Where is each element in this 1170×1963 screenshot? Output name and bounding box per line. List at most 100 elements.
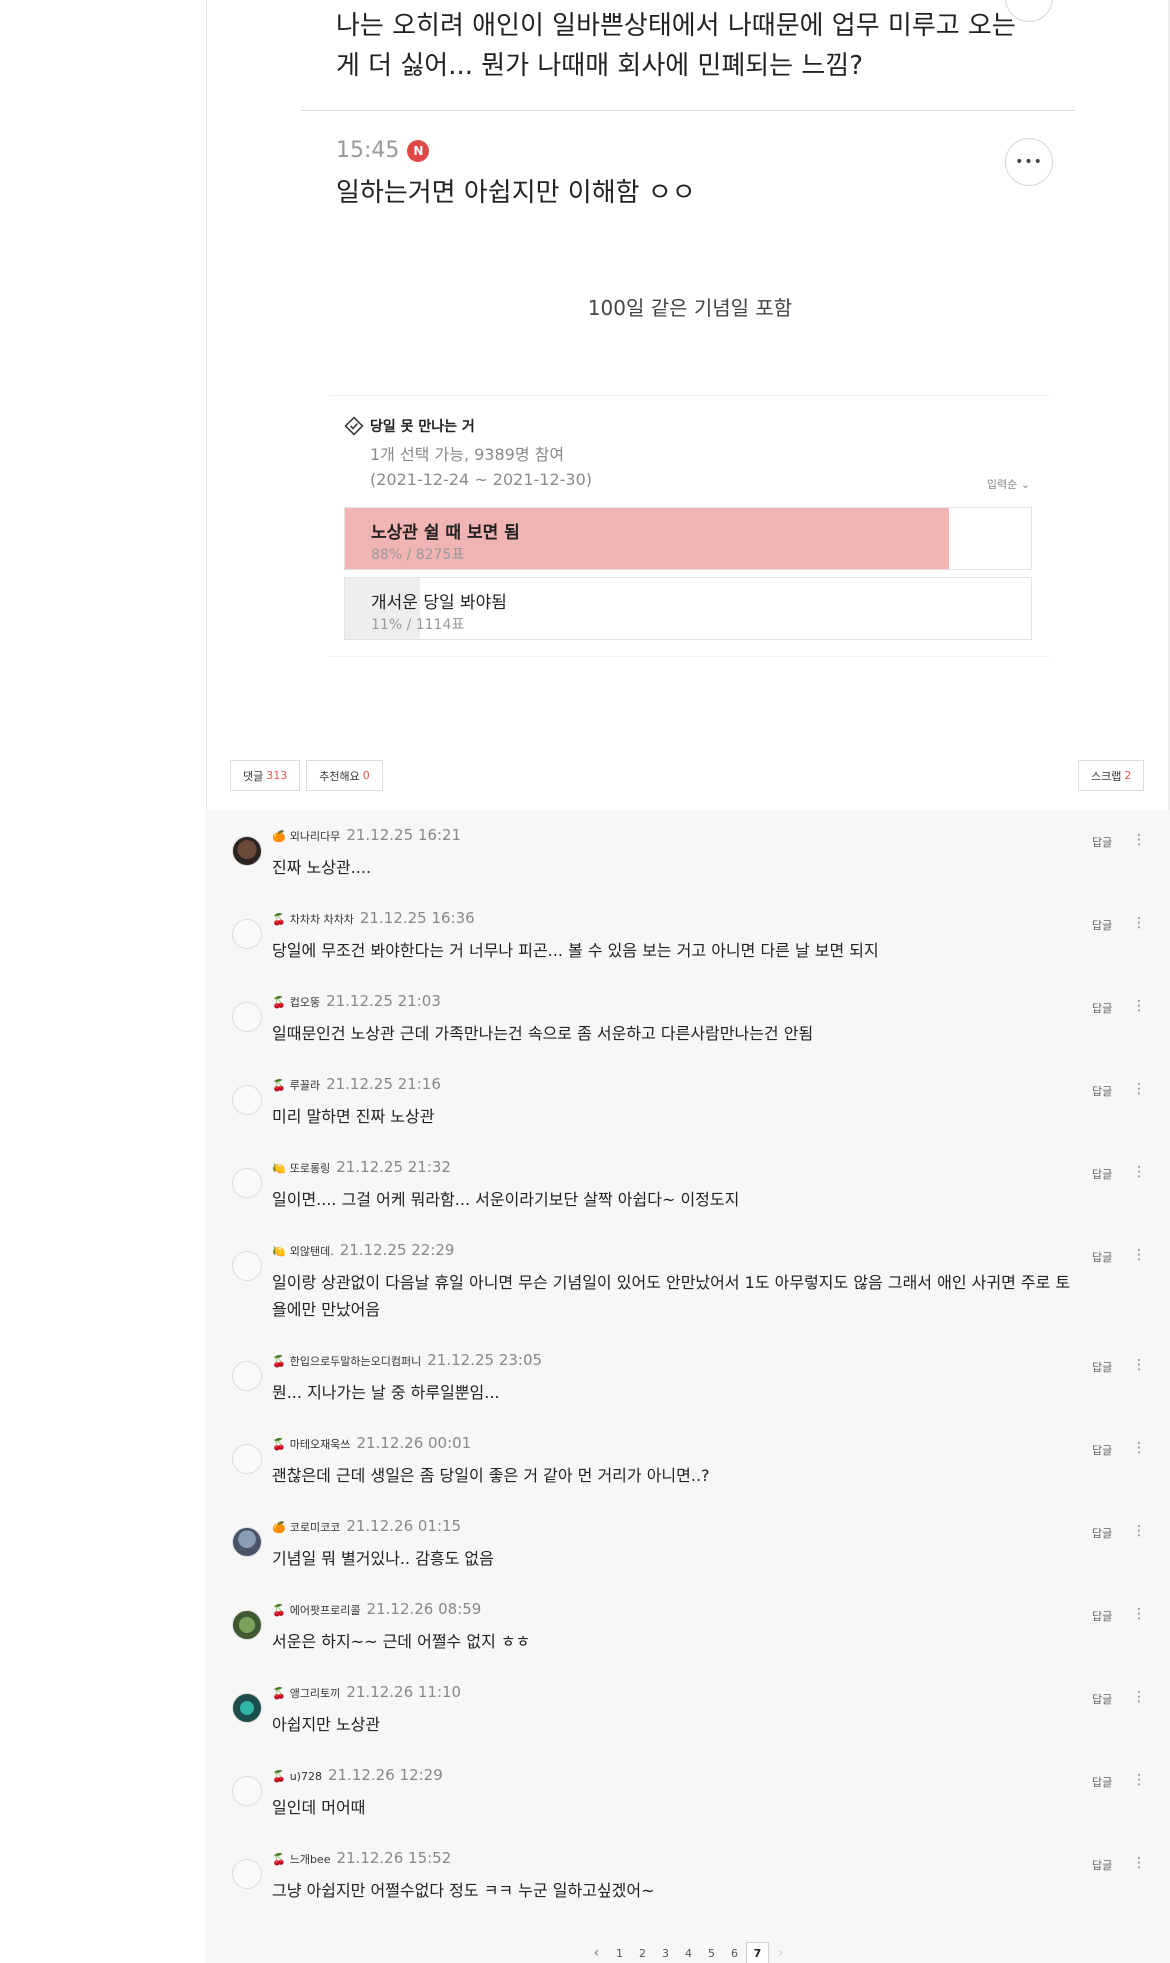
- comment-label: 댓글: [243, 769, 264, 783]
- kebab-menu-icon[interactable]: ⋮: [1132, 1772, 1146, 1788]
- page-link[interactable]: 5: [700, 1942, 723, 1963]
- reply-button[interactable]: 답글: [1092, 1249, 1112, 1265]
- kebab-menu-icon[interactable]: ⋮: [1132, 1689, 1146, 1705]
- kebab-menu-icon[interactable]: ⋮: [1132, 1855, 1146, 1871]
- poll-title: 당일 못 만나는 거: [344, 416, 475, 436]
- reply-button[interactable]: 답글: [1092, 834, 1112, 850]
- reply-button[interactable]: 답글: [1092, 1691, 1112, 1707]
- reply-button[interactable]: 답글: [1092, 1000, 1112, 1016]
- level-icon: 🍒: [272, 996, 286, 1009]
- nickname[interactable]: 마테오재욱쓰: [290, 1436, 351, 1452]
- comment-date: 21.12.25 23:05: [427, 1351, 543, 1369]
- nickname[interactable]: 루꼴라: [290, 1077, 320, 1093]
- avatar[interactable]: [232, 1085, 262, 1115]
- scrap-count: 2: [1124, 769, 1132, 782]
- nickname[interactable]: u)728: [290, 1770, 322, 1783]
- level-icon: 🍒: [272, 1438, 286, 1451]
- avatar[interactable]: [232, 1527, 262, 1557]
- avatar[interactable]: [232, 919, 262, 949]
- kebab-menu-icon[interactable]: ⋮: [1132, 1440, 1146, 1456]
- comment-date: 21.12.25 16:21: [346, 826, 462, 844]
- reply-button[interactable]: 답글: [1092, 1857, 1112, 1873]
- avatar[interactable]: [232, 1444, 262, 1474]
- ellipsis-icon: •••: [1015, 154, 1043, 170]
- recommend-label: 추천해요: [319, 769, 360, 783]
- kebab-menu-icon[interactable]: ⋮: [1132, 1081, 1146, 1097]
- avatar[interactable]: [232, 1251, 262, 1281]
- page-link[interactable]: 1: [608, 1942, 631, 1963]
- nickname[interactable]: 또로롱링: [290, 1160, 330, 1176]
- nickname[interactable]: 외않탠데.: [290, 1243, 334, 1259]
- comment-date: 21.12.25 21:16: [326, 1075, 441, 1093]
- page-link-current[interactable]: 7: [746, 1942, 769, 1963]
- scrap-button[interactable]: 스크랩 2: [1078, 760, 1145, 791]
- reply-button[interactable]: 답글: [1092, 1525, 1112, 1541]
- nickname[interactable]: 컵오뚱: [290, 994, 320, 1010]
- nickname[interactable]: 차차차 차차차: [290, 911, 354, 927]
- poll-option[interactable]: 개서운 당일 봐야됨 11% / 1114표: [344, 577, 1032, 640]
- reply-button[interactable]: 답글: [1092, 1166, 1112, 1182]
- reply-button[interactable]: 답글: [1092, 1359, 1112, 1375]
- nickname[interactable]: 느개bee: [290, 1851, 331, 1867]
- recommend-count: 0: [362, 769, 370, 782]
- nickname[interactable]: 에어팟프로리콜: [290, 1602, 361, 1618]
- kebab-menu-icon[interactable]: ⋮: [1132, 1164, 1146, 1180]
- nickname[interactable]: 코로미코코: [290, 1519, 341, 1535]
- avatar[interactable]: [232, 1610, 262, 1640]
- comment-date: 21.12.26 01:15: [346, 1517, 462, 1535]
- comment-text: 일이랑 상관없이 다음날 휴일 아니면 무슨 기념일이 있어도 안만났어서 1도…: [272, 1273, 1071, 1319]
- comment-text: 미리 말하면 진짜 노상관: [272, 1107, 435, 1126]
- kebab-menu-icon[interactable]: ⋮: [1132, 915, 1146, 931]
- reply-button[interactable]: 답글: [1092, 1083, 1112, 1099]
- comment-text: 일이면.... 그걸 어케 뭐라함... 서운이라기보단 살짝 아쉽다~ 이정도…: [272, 1190, 740, 1209]
- poll-check-icon: [344, 416, 364, 436]
- reply-text: 일하는거면 아쉽지만 이해함 ㅇㅇ: [336, 178, 696, 208]
- kebab-menu-icon[interactable]: ⋮: [1132, 832, 1146, 848]
- kebab-menu-icon[interactable]: ⋮: [1132, 1606, 1146, 1622]
- post-actions: 댓글 313 추천해요 0: [230, 760, 383, 791]
- avatar[interactable]: [232, 1859, 262, 1889]
- avatar[interactable]: [232, 1361, 262, 1391]
- comment-date: 21.12.26 11:10: [346, 1683, 462, 1701]
- poll-sort-dropdown[interactable]: 입력순 ⌄: [987, 476, 1030, 492]
- kebab-menu-icon[interactable]: ⋮: [1132, 1523, 1146, 1539]
- kebab-menu-icon[interactable]: ⋮: [1132, 1247, 1146, 1263]
- comment-count-button[interactable]: 댓글 313: [230, 760, 301, 791]
- nickname[interactable]: 외나리다무: [290, 828, 341, 844]
- page-link[interactable]: 2: [631, 1942, 654, 1963]
- reply-time: 15:45: [336, 138, 400, 163]
- nickname[interactable]: 앵그리토끼: [290, 1685, 341, 1701]
- kebab-menu-icon[interactable]: ⋮: [1132, 998, 1146, 1014]
- poll-option[interactable]: 노상관 쉴 때 보면 됨 88% / 8275표: [344, 507, 1032, 570]
- poll-option-stat: 88% / 8275표: [371, 547, 465, 563]
- page-link[interactable]: 6: [723, 1942, 746, 1963]
- reply-button[interactable]: 답글: [1092, 917, 1112, 933]
- level-icon: 🍒: [272, 1079, 286, 1092]
- avatar[interactable]: [232, 1693, 262, 1723]
- reply-button[interactable]: 답글: [1092, 1774, 1112, 1790]
- level-icon: 🍒: [272, 1770, 286, 1783]
- level-icon: 🍋: [272, 1245, 286, 1258]
- prev-page-button[interactable]: ‹: [585, 1942, 608, 1963]
- recommend-button[interactable]: 추천해요 0: [306, 760, 383, 791]
- avatar[interactable]: [232, 1002, 262, 1032]
- page-link[interactable]: 3: [654, 1942, 677, 1963]
- level-icon: 🍊: [272, 1521, 286, 1534]
- avatar[interactable]: [232, 1168, 262, 1198]
- level-icon: 🍒: [272, 913, 286, 926]
- comment-date: 21.12.25 21:03: [326, 992, 441, 1010]
- more-options-button[interactable]: •••: [1005, 138, 1053, 186]
- page-link[interactable]: 4: [677, 1942, 700, 1963]
- comment-date: 21.12.26 08:59: [366, 1600, 482, 1618]
- comment-date: 21.12.26 00:01: [356, 1434, 472, 1452]
- next-page-button[interactable]: ›: [769, 1942, 792, 1963]
- poll-option-label: 노상관 쉴 때 보면 됨: [371, 523, 520, 543]
- avatar[interactable]: [232, 1776, 262, 1806]
- level-icon: 🍒: [272, 1604, 286, 1617]
- reply-button[interactable]: 답글: [1092, 1442, 1112, 1458]
- nickname[interactable]: 한입으로두말하는오디컴퍼니: [290, 1353, 422, 1369]
- comment-date: 21.12.25 22:29: [339, 1241, 455, 1259]
- reply-button[interactable]: 답글: [1092, 1608, 1112, 1624]
- kebab-menu-icon[interactable]: ⋮: [1132, 1357, 1146, 1373]
- avatar[interactable]: [232, 836, 262, 866]
